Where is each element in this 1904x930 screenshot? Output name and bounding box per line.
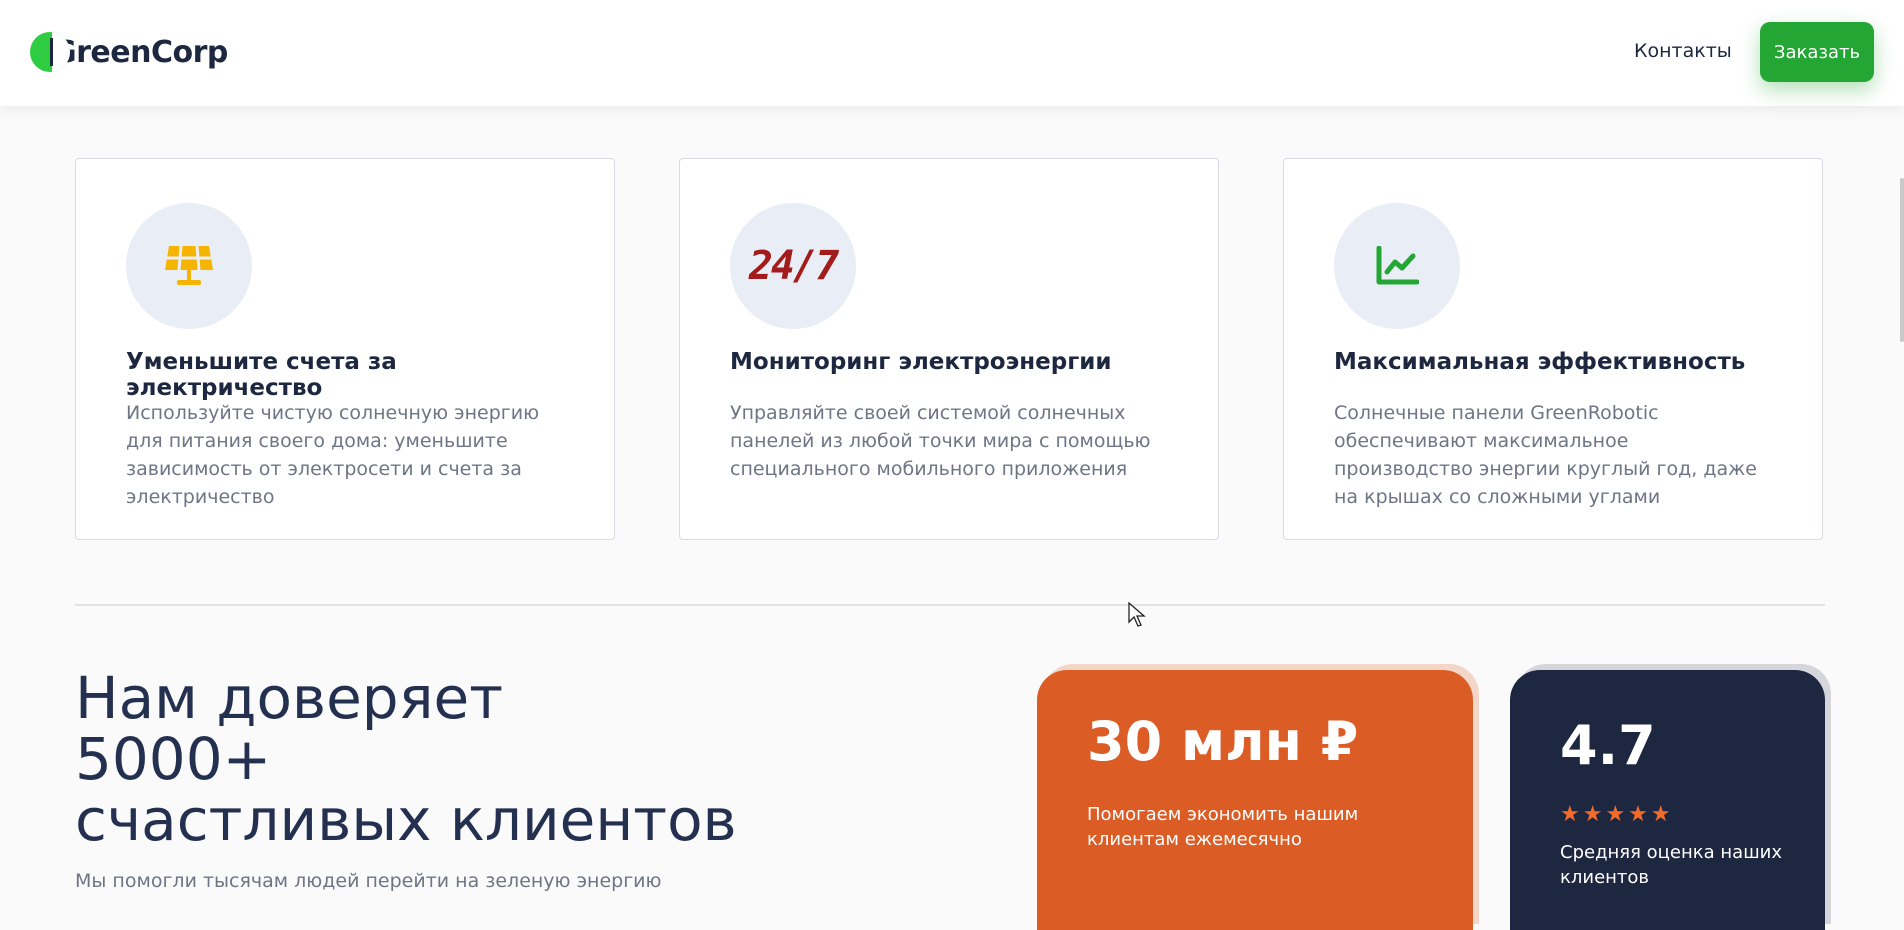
feature-icon-wrap: 24/7 [730,203,856,329]
feature-text: Используйте чистую солнечную энергию для… [126,402,540,508]
mouse-cursor-icon [1128,602,1146,627]
trust-heading: Нам доверяет 5000+ счастливых клиентов [75,664,737,854]
logo[interactable]: GreenCorp [30,32,228,72]
site-header: GreenCorp Контакты Заказать [0,0,1904,106]
feature-card-monitoring: 24/7 Мониторинг электроэнергии Управляйт… [679,158,1219,540]
chart-line-icon [1376,246,1419,285]
24-7-icon: 24/7 [748,243,839,289]
feature-card-bills: Уменьшите счета за электричество Использ… [75,158,615,540]
rating-value: 4.7 [1560,714,1656,777]
feature-title: Максимальная эффективность [1334,349,1746,375]
rating-stat-card: 4.7 ★★★★★ Средняя оценка наших клиентов [1510,670,1825,930]
nav-link-contacts[interactable]: Контакты [1634,40,1732,62]
savings-stat-card: 30 млн ₽ Помогаем экономить нашим клиент… [1037,670,1473,930]
logo-text: GreenCorp [52,34,228,70]
scrollbar-thumb[interactable] [1900,178,1904,342]
order-button[interactable]: Заказать [1760,22,1874,82]
rating-stars-icon: ★★★★★ [1560,802,1674,827]
feature-text: Управляйте своей системой солнечных пане… [730,402,1151,480]
feature-icon-wrap [1334,203,1460,329]
logo-mark-icon [30,32,70,72]
feature-text: Солнечные панели GreenRobotic обеспечива… [1334,402,1757,508]
feature-icon-wrap [126,203,252,329]
section-divider [75,604,1825,606]
trust-subtitle: Мы помогли тысячам людей перейти на зеле… [75,870,662,892]
feature-title: Уменьшите счета за электричество [126,349,397,401]
feature-card-efficiency: Максимальная эффективность Солнечные пан… [1283,158,1823,540]
feature-title: Мониторинг электроэнергии [730,349,1112,375]
rating-label: Средняя оценка наших клиентов [1560,842,1783,888]
savings-label: Помогаем экономить нашим клиентам ежемес… [1087,804,1359,850]
solar-panel-icon [165,245,213,285]
savings-value: 30 млн ₽ [1087,710,1359,773]
